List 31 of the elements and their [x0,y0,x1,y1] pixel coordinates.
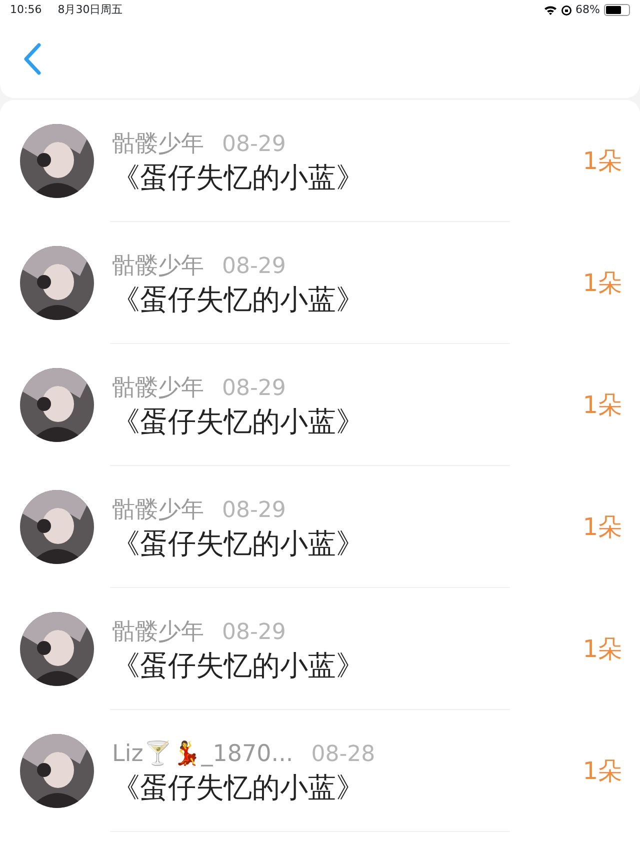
gift-amount: 1朵 [582,512,622,543]
gift-amount: 1朵 [582,390,622,421]
gift-date: 08-29 [222,374,286,403]
user-name: 骷髅少年 [112,252,204,281]
work-title: 《蛋仔失忆的小蓝》 [112,405,365,440]
work-title: 《蛋仔失忆的小蓝》 [112,649,365,684]
status-time: 10:56 [10,2,42,18]
gift-date: 08-29 [222,618,286,647]
back-button[interactable] [22,42,44,76]
work-title: 《蛋仔失忆的小蓝》 [112,527,365,562]
gift-date: 08-29 [222,130,286,159]
user-name: 骷髅少年 [112,130,204,159]
gift-amount: 1朵 [582,634,622,665]
gift-amount: 1朵 [582,268,622,299]
gift-date: 08-29 [222,496,286,525]
battery-icon [604,4,630,16]
gift-date: 08-28 [311,740,376,769]
work-title: 《蛋仔失忆的小蓝》 [112,771,365,806]
status-date: 8月30日周五 [58,2,123,18]
user-name: Liz🍸💃_1870... [112,739,294,769]
wifi-icon [544,5,557,15]
battery-percent: 68% [576,2,600,18]
user-name: 骷髅少年 [112,496,204,525]
user-name: 骷髅少年 [112,374,204,403]
work-title: 《蛋仔失忆的小蓝》 [112,283,365,318]
gift-amount: 1朵 [582,756,622,787]
rotation-lock-icon [560,4,572,16]
work-title: 《蛋仔失忆的小蓝》 [112,161,365,196]
gift-amount: 1朵 [582,146,622,177]
gift-date: 08-29 [222,252,286,281]
user-name: 骷髅少年 [112,618,204,647]
